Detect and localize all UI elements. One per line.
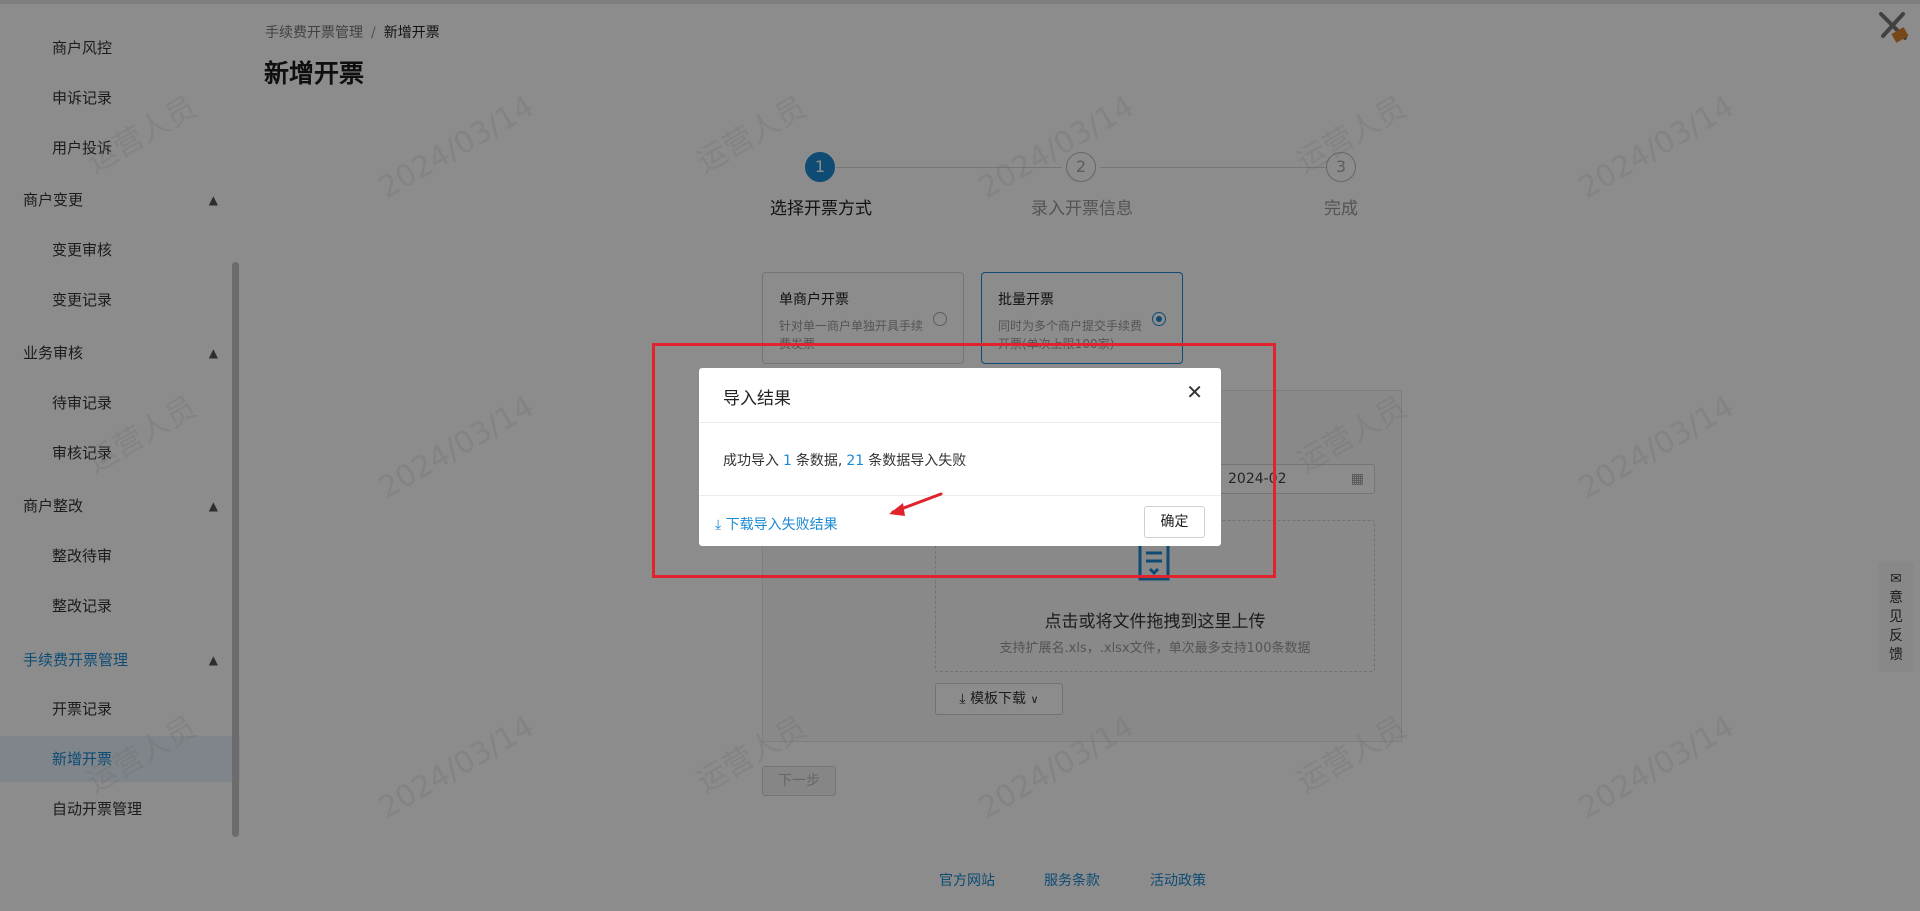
dialog-divider [699, 495, 1221, 496]
annotation-arrow-icon [889, 492, 943, 516]
dialog-divider [699, 422, 1221, 423]
dialog-title: 导入结果 [723, 389, 791, 409]
message-prefix: 成功导入 [723, 453, 779, 469]
download-icon: ⤓ [715, 517, 722, 533]
success-count: 1 [783, 453, 792, 469]
confirm-button[interactable]: 确定 [1144, 506, 1205, 538]
download-link-label: 下载导入失败结果 [725, 517, 838, 533]
import-result-dialog: 导入结果 ✕ 成功导入 1 条数据, 21 条数据导入失败 ⤓ 下载导入失败结果 确定 [699, 368, 1221, 546]
message-suffix: 条数据导入失败 [868, 453, 967, 469]
message-mid: 条数据, [795, 453, 843, 469]
fail-count: 21 [846, 453, 865, 469]
import-result-message: 成功导入 1 条数据, 21 条数据导入失败 [723, 450, 966, 470]
download-failed-results-link[interactable]: ⤓ 下载导入失败结果 [715, 514, 838, 534]
close-icon[interactable]: ✕ [1186, 380, 1203, 404]
